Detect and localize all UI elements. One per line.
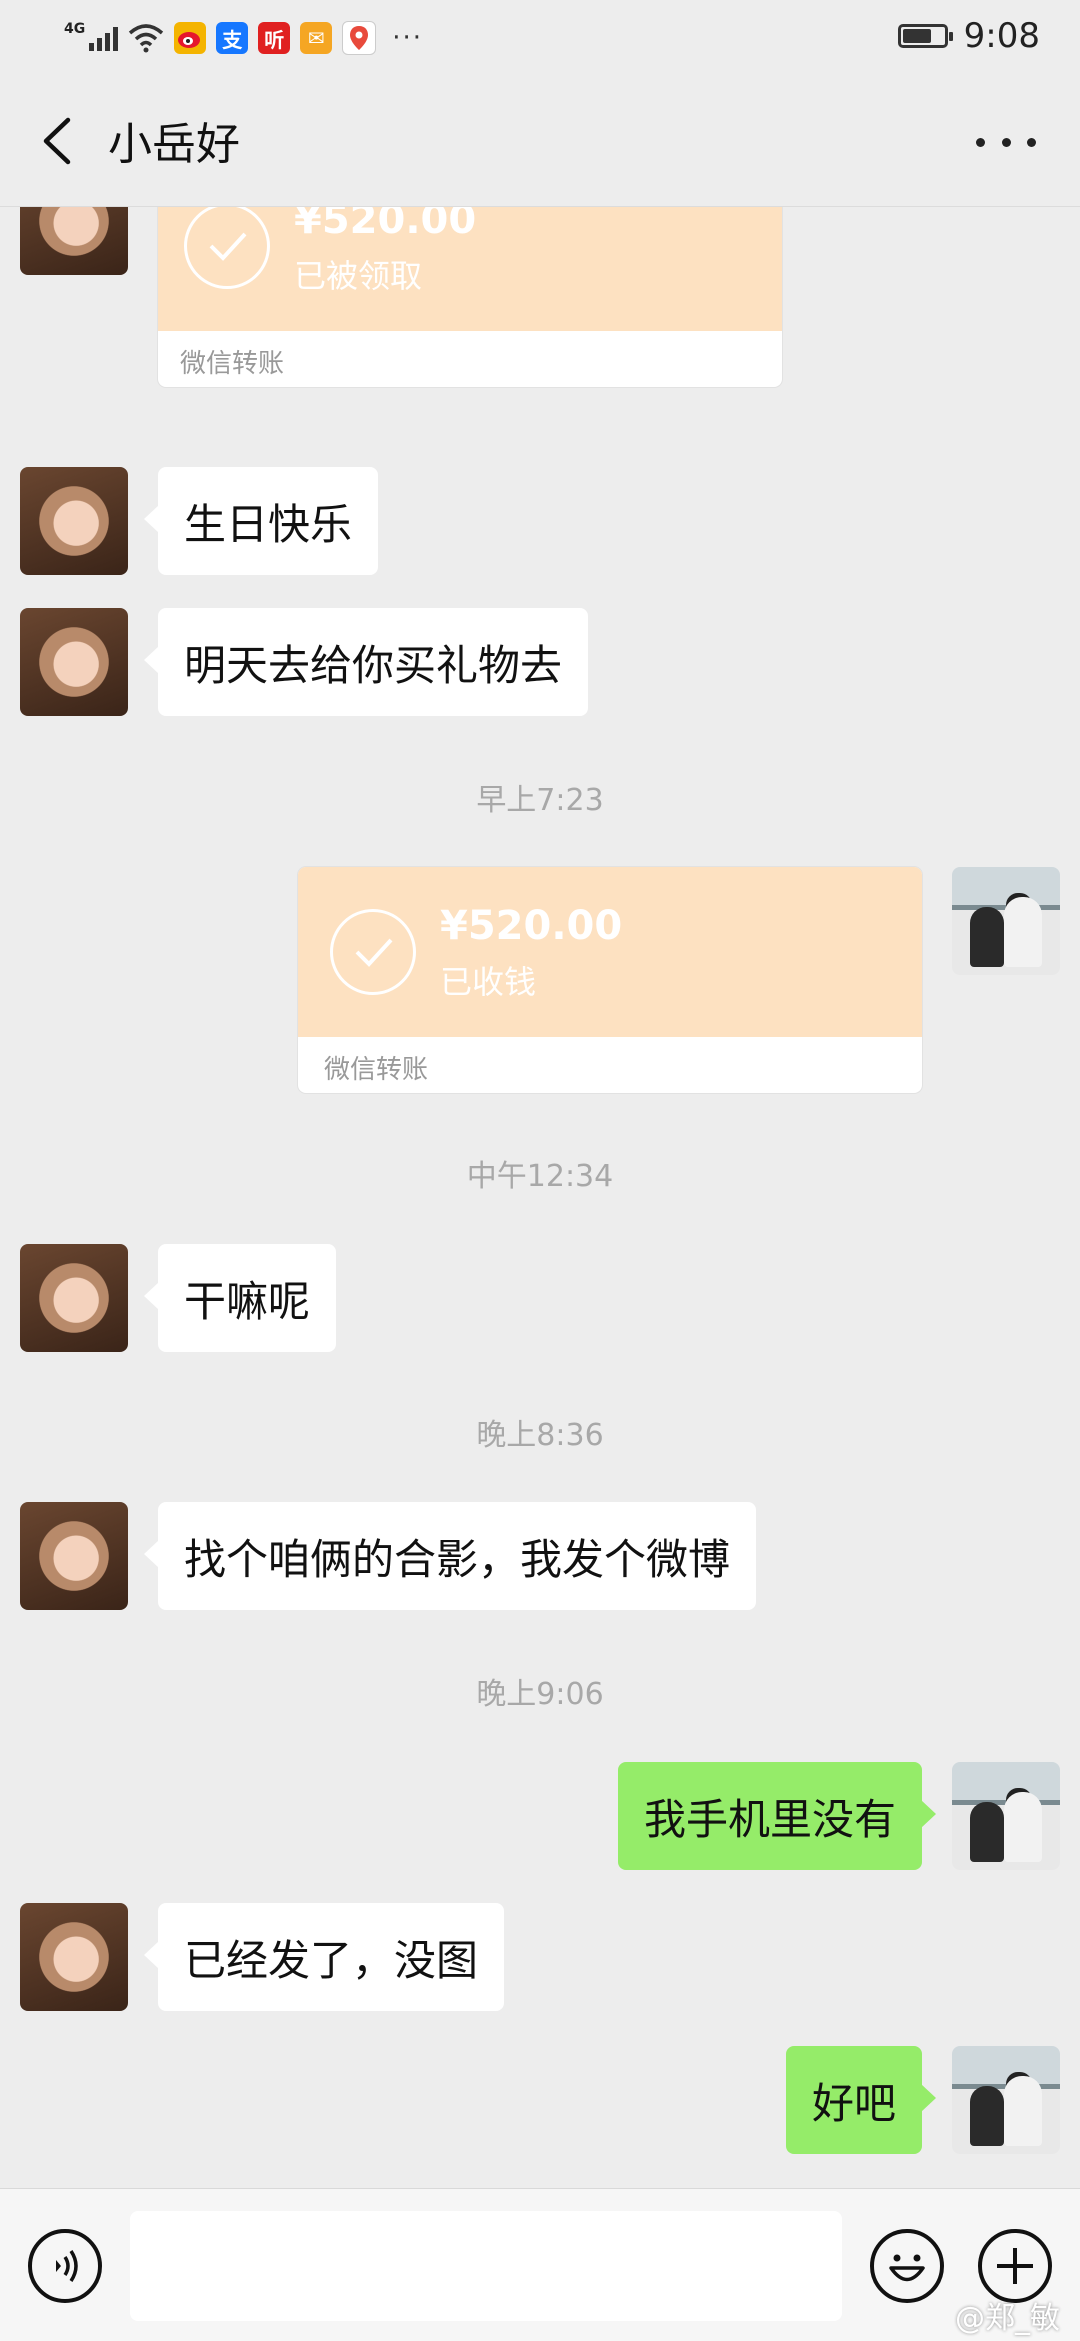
outgoing-message[interactable]: 我手机里没有: [617, 1762, 937, 1870]
wifi-icon: [129, 24, 164, 53]
transfer-amount: ¥520.00: [440, 903, 623, 949]
maps-icon: [342, 21, 377, 55]
watermark: @郑_敏: [955, 2301, 1060, 2336]
incoming-message[interactable]: 生日快乐: [143, 467, 379, 575]
clock: 9:08: [963, 16, 1040, 56]
more-notifications-icon: ···: [392, 23, 424, 53]
more-functions-button[interactable]: [978, 2229, 1052, 2303]
battery-icon: [897, 24, 953, 48]
transfer-status: 已被领取: [294, 257, 423, 295]
incoming-message[interactable]: 找个咱俩的合影，我发个微博: [143, 1502, 757, 1610]
contact-avatar[interactable]: [20, 207, 128, 275]
timestamp: 中午12:34: [466, 1159, 614, 1194]
back-arrow-icon[interactable]: [34, 114, 84, 168]
incoming-message[interactable]: 已经发了，没图: [143, 1903, 505, 2011]
contact-avatar[interactable]: [20, 1244, 128, 1352]
transfer-card[interactable]: ¥520.00 已收钱 微信转账: [298, 867, 922, 1093]
timestamp: 晚上9:06: [476, 1677, 604, 1712]
contact-avatar[interactable]: [20, 1502, 128, 1610]
transfer-label: 微信转账: [180, 349, 285, 379]
transfer-card[interactable]: ¥520.00 已被领取 微信转账: [158, 207, 782, 387]
weibo-icon: [174, 22, 207, 54]
contact-avatar[interactable]: [20, 608, 128, 716]
emoji-button[interactable]: [870, 2229, 944, 2303]
check-circle-icon: [330, 909, 416, 995]
smiley-icon: [889, 2254, 925, 2282]
chat-messages[interactable]: ¥520.00 已被领取 微信转账 生日快乐 明天去给你买礼物去 早上7:23 …: [0, 207, 1080, 2187]
alipay-icon: 支: [216, 22, 249, 54]
network-type: 4G: [64, 21, 86, 37]
transfer-label: 微信转账: [324, 1055, 429, 1085]
voice-icon: [56, 2250, 78, 2282]
my-avatar[interactable]: [952, 867, 1060, 975]
my-avatar[interactable]: [952, 2046, 1060, 2154]
mail-icon: ✉: [300, 22, 333, 54]
timestamp: 晚上8:36: [476, 1418, 604, 1453]
my-avatar[interactable]: [952, 1762, 1060, 1870]
transfer-amount: ¥520.00: [294, 207, 477, 243]
chat-header: 小岳好: [0, 74, 1080, 207]
incoming-message[interactable]: 干嘛呢: [143, 1244, 337, 1352]
incoming-message[interactable]: 明天去给你买礼物去: [143, 608, 589, 716]
input-bar: @郑_敏: [0, 2188, 1080, 2341]
chat-title: 小岳好: [108, 119, 240, 170]
contact-avatar[interactable]: [20, 1903, 128, 2011]
outgoing-message[interactable]: 好吧: [785, 2046, 937, 2154]
contact-avatar[interactable]: [20, 467, 128, 575]
check-circle-icon: [184, 207, 270, 289]
plus-icon: [997, 2248, 1033, 2284]
signal-icon: [89, 25, 119, 51]
status-bar: 4G 支 听 ✉ ··· 9:08: [0, 0, 1080, 74]
timestamp: 早上7:23: [476, 783, 604, 818]
voice-input-button[interactable]: [28, 2229, 102, 2303]
message-input[interactable]: [130, 2211, 842, 2321]
more-options-icon[interactable]: [976, 122, 1036, 162]
transfer-status: 已收钱: [440, 963, 537, 1001]
listen-app-icon: 听: [258, 22, 291, 54]
